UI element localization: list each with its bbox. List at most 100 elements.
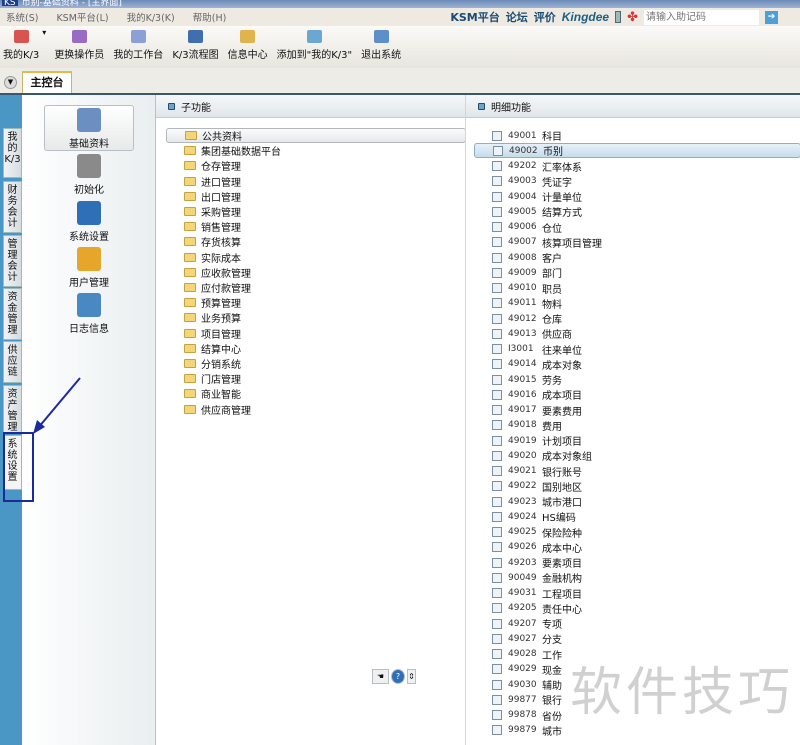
hand-icon[interactable]: ☚ bbox=[372, 668, 389, 684]
detail-item[interactable]: 49012 仓库 bbox=[474, 311, 800, 326]
folder-item[interactable]: 销售管理 bbox=[166, 219, 466, 234]
toolbar-button-6[interactable]: 退出系统 bbox=[361, 26, 401, 61]
folder-label: 业务预算 bbox=[201, 314, 241, 326]
folder-item[interactable]: 实际成本 bbox=[166, 250, 466, 265]
folder-item[interactable]: 仓存管理 bbox=[166, 158, 466, 173]
forum-link[interactable]: 论坛 bbox=[506, 9, 528, 25]
toolbar-button-4[interactable]: 信息中心 bbox=[228, 26, 268, 61]
menu-ksm[interactable]: KSM平台(L) bbox=[56, 10, 108, 24]
folder-item[interactable]: 存货核算 bbox=[166, 234, 466, 249]
folder-item[interactable]: 业务预算 bbox=[166, 310, 466, 325]
go-arrow-icon[interactable]: ➔ bbox=[765, 10, 778, 24]
menu-my-k3[interactable]: 我的K/3(K) bbox=[127, 10, 175, 24]
detail-item[interactable]: 49031 工程项目 bbox=[474, 586, 800, 601]
folder-item[interactable]: 进口管理 bbox=[166, 174, 466, 189]
vertical-tab-5[interactable]: 资产管理 bbox=[3, 385, 22, 433]
document-icon bbox=[492, 222, 502, 232]
star-icon bbox=[13, 30, 29, 43]
detail-item[interactable]: 49205 责任中心 bbox=[474, 601, 800, 616]
detail-item[interactable]: 99879 城市 bbox=[474, 723, 800, 738]
detail-item[interactable]: 49016 成本项目 bbox=[474, 387, 800, 402]
detail-item[interactable]: 49024 HS编码 bbox=[474, 509, 800, 524]
detail-item[interactable]: 90049 金融机构 bbox=[474, 570, 800, 585]
menu-system[interactable]: 系统(S) bbox=[6, 10, 38, 24]
dropdown-arrow-icon[interactable]: ▾ bbox=[42, 28, 46, 37]
detail-item[interactable]: 49017 要素费用 bbox=[474, 403, 800, 418]
folder-label: 项目管理 bbox=[201, 329, 241, 341]
help-icon[interactable]: ? bbox=[391, 668, 405, 684]
folder-item[interactable]: 项目管理 bbox=[166, 326, 466, 341]
tab-main-console[interactable]: 主控台 bbox=[22, 71, 72, 93]
detail-item[interactable]: I3001 往来单位 bbox=[474, 342, 800, 357]
folder-item[interactable]: 应付款管理 bbox=[166, 280, 466, 295]
vertical-tab-3[interactable]: 资金管理 bbox=[3, 288, 22, 340]
detail-item[interactable]: 49015 劳务 bbox=[474, 372, 800, 387]
toolbar-button-3[interactable]: K/3流程图 bbox=[172, 26, 219, 61]
mnemonic-search-input[interactable] bbox=[644, 9, 759, 25]
detail-item[interactable]: 49001 科目 bbox=[474, 128, 800, 143]
detail-item[interactable]: 49026 成本中心 bbox=[474, 540, 800, 555]
detail-item[interactable]: 49002 币别 bbox=[474, 143, 800, 159]
detail-item[interactable]: 49011 物料 bbox=[474, 296, 800, 311]
rating-link[interactable]: 评价 bbox=[534, 9, 556, 25]
nav-item-4[interactable]: 日志信息 bbox=[44, 291, 134, 335]
folder-item[interactable]: 应收款管理 bbox=[166, 265, 466, 280]
document-icon bbox=[492, 359, 502, 370]
vertical-tab-2[interactable]: 管理会计 bbox=[3, 235, 22, 287]
folder-item[interactable]: 门店管理 bbox=[166, 371, 466, 386]
toolbar-button-0[interactable]: 我的K/3 bbox=[3, 26, 39, 61]
detail-item[interactable]: 49019 计划项目 bbox=[474, 433, 800, 448]
toolbar-button-5[interactable]: 添加到"我的K/3" bbox=[277, 26, 352, 61]
folder-item[interactable]: 分销系统 bbox=[166, 356, 466, 371]
folder-item[interactable]: 商业智能 bbox=[166, 386, 466, 401]
toolbar-button-2[interactable]: 我的工作台 bbox=[113, 26, 163, 61]
vertical-tab-4[interactable]: 供应链 bbox=[3, 341, 22, 383]
vertical-tab-0[interactable]: 我的K/3 bbox=[3, 128, 22, 178]
kingdee-logo[interactable]: Kingdee bbox=[562, 10, 609, 24]
detail-item[interactable]: 49008 客户 bbox=[474, 250, 800, 265]
item-code: 49004 bbox=[508, 191, 537, 202]
folder-item[interactable]: 结算中心 bbox=[166, 341, 466, 356]
folder-item[interactable]: 集团基础数据平台 bbox=[166, 143, 466, 158]
detail-item[interactable]: 49004 计量单位 bbox=[474, 189, 800, 204]
folder-item[interactable]: 采购管理 bbox=[166, 204, 466, 219]
detail-function-title: 明细功能 bbox=[491, 102, 531, 114]
detail-item[interactable]: 49007 核算项目管理 bbox=[474, 235, 800, 250]
nav-item-2[interactable]: 系统设置 bbox=[44, 199, 134, 243]
detail-item[interactable]: 49009 部门 bbox=[474, 265, 800, 280]
detail-item[interactable]: 49202 汇率体系 bbox=[474, 159, 800, 174]
detail-item[interactable]: 49005 结算方式 bbox=[474, 204, 800, 219]
detail-item[interactable]: 49027 分支 bbox=[474, 631, 800, 646]
folder-label: 应收款管理 bbox=[201, 268, 251, 280]
ksm-link[interactable]: KSM平台 bbox=[450, 9, 499, 25]
detail-item[interactable]: 49018 费用 bbox=[474, 418, 800, 433]
item-name: 劳务 bbox=[542, 376, 562, 387]
folder-item[interactable]: 公共资料 bbox=[166, 128, 466, 143]
chevron-down-icon[interactable]: ▼ bbox=[4, 76, 17, 89]
nav-item-3[interactable]: 用户管理 bbox=[44, 245, 134, 289]
detail-item[interactable]: 49021 银行账号 bbox=[474, 464, 800, 479]
detail-item[interactable]: 49003 凭证字 bbox=[474, 174, 800, 189]
item-name: 保险险种 bbox=[542, 528, 582, 540]
nav-item-0[interactable]: 基础资料 bbox=[44, 105, 134, 151]
detail-item[interactable]: 49023 城市港口 bbox=[474, 494, 800, 509]
detail-item[interactable]: 49207 专项 bbox=[474, 616, 800, 631]
folder-item[interactable]: 预算管理 bbox=[166, 295, 466, 310]
detail-item[interactable]: 49014 成本对象 bbox=[474, 357, 800, 372]
mobile-icon[interactable] bbox=[615, 11, 622, 23]
detail-item[interactable]: 49203 要素项目 bbox=[474, 555, 800, 570]
folder-item[interactable]: 出口管理 bbox=[166, 189, 466, 204]
detail-item[interactable]: 49010 职员 bbox=[474, 281, 800, 296]
vertical-tab-1[interactable]: 财务会计 bbox=[3, 181, 22, 233]
stepper-icon[interactable]: ⇕ bbox=[407, 668, 416, 684]
detail-item[interactable]: 49013 供应商 bbox=[474, 326, 800, 341]
detail-item[interactable]: 49022 国别地区 bbox=[474, 479, 800, 494]
detail-item[interactable]: 49020 成本对象组 bbox=[474, 448, 800, 463]
folder-item[interactable]: 供应商管理 bbox=[166, 402, 466, 417]
toolbar-button-1[interactable]: 更换操作员 bbox=[54, 26, 104, 61]
nav-item-1[interactable]: 初始化 bbox=[44, 152, 134, 196]
menu-help[interactable]: 帮助(H) bbox=[193, 10, 227, 24]
document-icon bbox=[492, 527, 502, 537]
detail-item[interactable]: 49006 仓位 bbox=[474, 220, 800, 235]
detail-item[interactable]: 49025 保险险种 bbox=[474, 525, 800, 540]
